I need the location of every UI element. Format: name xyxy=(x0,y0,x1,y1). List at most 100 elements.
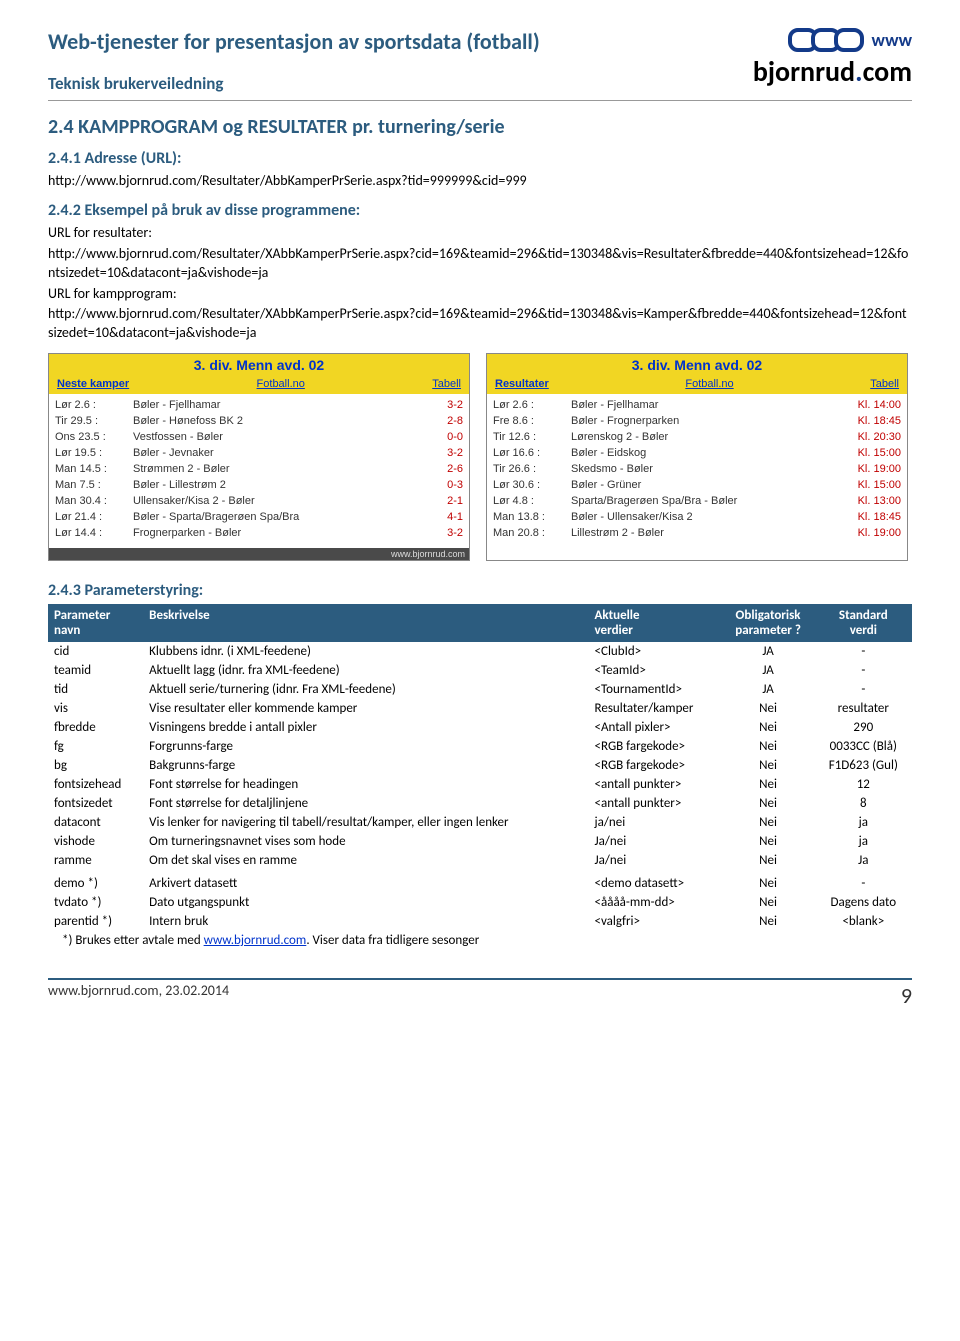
cell-verdier: <demo datasett> xyxy=(589,874,722,893)
header-divider xyxy=(48,100,912,101)
table-row: rammeOm det skal vises en rammeJa/neiNei… xyxy=(48,851,912,870)
cell-parameter: tid xyxy=(48,680,143,699)
table-row: tidAktuell serie/turnering (idnr. Fra XM… xyxy=(48,680,912,699)
cell-beskrivelse: Om det skal vises en ramme xyxy=(143,851,588,870)
cell-standard: resultater xyxy=(815,699,912,718)
cell-obligatorisk: Nei xyxy=(721,737,814,756)
footnote-post: . Viser data fra tidligere sesonger xyxy=(306,933,479,948)
cell-beskrivelse: Forgrunns-farge xyxy=(143,737,588,756)
match-value: Kl. 20:30 xyxy=(841,430,901,446)
match-teams: Strømmen 2 - Bøler xyxy=(133,462,429,478)
chain-link-icon xyxy=(788,28,857,52)
tab-tabell[interactable]: Tabell xyxy=(870,378,899,390)
cell-standard: - xyxy=(815,680,912,699)
th-beskrivelse: Beskrivelse xyxy=(143,604,588,642)
table-row: fontsizedetFont størrelse for detaljlinj… xyxy=(48,794,912,813)
tab-fotball-no[interactable]: Fotball.no xyxy=(685,378,733,390)
match-date: Tir 29.5 : xyxy=(55,414,133,430)
page-subtitle: Teknisk brukerveiledning xyxy=(48,73,540,94)
cell-beskrivelse: Intern bruk xyxy=(143,912,588,931)
tab-tabell[interactable]: Tabell xyxy=(432,378,461,390)
cell-beskrivelse: Bakgrunns-farge xyxy=(143,756,588,775)
match-value: 2-6 xyxy=(429,462,463,478)
widget-body: Lør 2.6 :Bøler - Fjellhamar3-2Tir 29.5 :… xyxy=(49,394,469,547)
cell-parameter: fg xyxy=(48,737,143,756)
match-value: Kl. 18:45 xyxy=(841,414,901,430)
cell-obligatorisk: Nei xyxy=(721,794,814,813)
match-teams: Bøler - Hønefoss BK 2 xyxy=(133,414,429,430)
match-teams: Ullensaker/Kisa 2 - Bøler xyxy=(133,494,429,510)
widget-body: Lør 2.6 :Bøler - FjellhamarKl. 14:00Fre … xyxy=(487,394,907,547)
match-date: Tir 26.6 : xyxy=(493,462,571,478)
footnote-pre: *) Brukes etter avtale med xyxy=(62,933,204,948)
match-value: Kl. 15:00 xyxy=(841,446,901,462)
cell-parameter: cid xyxy=(48,642,143,661)
tab-fotball-no[interactable]: Fotball.no xyxy=(257,378,305,390)
match-teams: Vestfossen - Bøler xyxy=(133,430,429,446)
cell-verdier: <valgfri> xyxy=(589,912,722,931)
cell-standard: 8 xyxy=(815,794,912,813)
match-date: Fre 8.6 : xyxy=(493,414,571,430)
th-parameter: Parameternavn xyxy=(48,604,143,642)
page-footer: www.bjornrud.com, 23.02.2014 9 xyxy=(48,982,912,1009)
logo-brand: bjornrud.com xyxy=(753,54,912,89)
table-header-row: Parameternavn Beskrivelse Aktuelleverdie… xyxy=(48,604,912,642)
match-teams: Bøler - Sparta/Bragerøen Spa/Bra xyxy=(133,510,429,526)
page-number: 9 xyxy=(901,982,912,1009)
match-date: Man 7.5 : xyxy=(55,478,133,494)
table-row: parentid *)Intern bruk<valgfri>Nei<blank… xyxy=(48,912,912,931)
cell-verdier: <RGB fargekode> xyxy=(589,756,722,775)
cell-parameter: tvdato *) xyxy=(48,893,143,912)
match-date: Lør 30.6 : xyxy=(493,478,571,494)
cell-verdier: <TournamentId> xyxy=(589,680,722,699)
table-row: fbreddeVisningens bredde i antall pixler… xyxy=(48,718,912,737)
cell-beskrivelse: Font størrelse for headingen xyxy=(143,775,588,794)
th-standard-verdi: Standardverdi xyxy=(815,604,912,642)
list-item: Ons 23.5 :Vestfossen - Bøler0-0 xyxy=(55,430,463,446)
th-aktuelle-verdier: Aktuelleverdier xyxy=(589,604,722,642)
match-teams: Bøler - Fjellhamar xyxy=(133,398,429,414)
match-teams: Frognerparken - Bøler xyxy=(133,526,429,542)
match-teams: Lillestrøm 2 - Bøler xyxy=(571,526,841,542)
list-item: Lør 4.8 :Sparta/Bragerøen Spa/Bra - Bøle… xyxy=(493,494,901,510)
table-row: fgForgrunns-farge<RGB fargekode>Nei0033C… xyxy=(48,737,912,756)
match-date: Lør 4.8 : xyxy=(493,494,571,510)
match-value: 3-2 xyxy=(429,526,463,542)
match-value: 3-2 xyxy=(429,398,463,414)
table-row: bgBakgrunns-farge<RGB fargekode>NeiF1D62… xyxy=(48,756,912,775)
list-item: Lør 16.6 :Bøler - EidskogKl. 15:00 xyxy=(493,446,901,462)
match-date: Lør 21.4 : xyxy=(55,510,133,526)
list-item: Tir 29.5 :Bøler - Hønefoss BK 22-8 xyxy=(55,414,463,430)
tab-resultater[interactable]: Resultater xyxy=(495,378,549,390)
cell-standard: ja xyxy=(815,813,912,832)
footnote-link[interactable]: www.bjornrud.com xyxy=(204,933,307,948)
logo-brand-pre: bjornrud xyxy=(753,54,855,89)
list-item: Tir 12.6 :Lørenskog 2 - BølerKl. 20:30 xyxy=(493,430,901,446)
list-item: Lør 2.6 :Bøler - Fjellhamar3-2 xyxy=(55,398,463,414)
tab-neste-kamper[interactable]: Neste kamper xyxy=(57,378,129,390)
list-item: Man 30.4 :Ullensaker/Kisa 2 - Bøler2-1 xyxy=(55,494,463,510)
example-widgets-row: 3. div. Menn avd. 02 Neste kamper Fotbal… xyxy=(48,353,912,560)
match-teams: Bøler - Fjellhamar xyxy=(571,398,841,414)
list-item: Lør 19.5 :Bøler - Jevnaker3-2 xyxy=(55,446,463,462)
cell-verdier: Ja/nei xyxy=(589,832,722,851)
table-row: vishodeOm turneringsnavnet vises som hod… xyxy=(48,832,912,851)
widget-footer: www.bjornrud.com xyxy=(49,548,469,560)
table-row: teamidAktuellt lagg (idnr. fra XML-feede… xyxy=(48,661,912,680)
match-value: 2-1 xyxy=(429,494,463,510)
section-heading-2-4-2: 2.4.2 Eksempel på bruk av disse programm… xyxy=(48,201,912,220)
widget-title: 3. div. Menn avd. 02 xyxy=(487,354,907,376)
cell-standard: ja xyxy=(815,832,912,851)
match-value: Kl. 15:00 xyxy=(841,478,901,494)
match-teams: Bøler - Grüner xyxy=(571,478,841,494)
cell-verdier: Ja/nei xyxy=(589,851,722,870)
cell-obligatorisk: Nei xyxy=(721,699,814,718)
match-date: Man 13.8 : xyxy=(493,510,571,526)
match-date: Ons 23.5 : xyxy=(55,430,133,446)
cell-verdier: <ClubId> xyxy=(589,642,722,661)
url-address: http://www.bjornrud.com/Resultater/AbbKa… xyxy=(48,172,912,191)
cell-standard: F1D623 (Gul) xyxy=(815,756,912,775)
list-item: Man 7.5 :Bøler - Lillestrøm 20-3 xyxy=(55,478,463,494)
cell-beskrivelse: Klubbens idnr. (i XML-feedene) xyxy=(143,642,588,661)
match-date: Lør 16.6 : xyxy=(493,446,571,462)
